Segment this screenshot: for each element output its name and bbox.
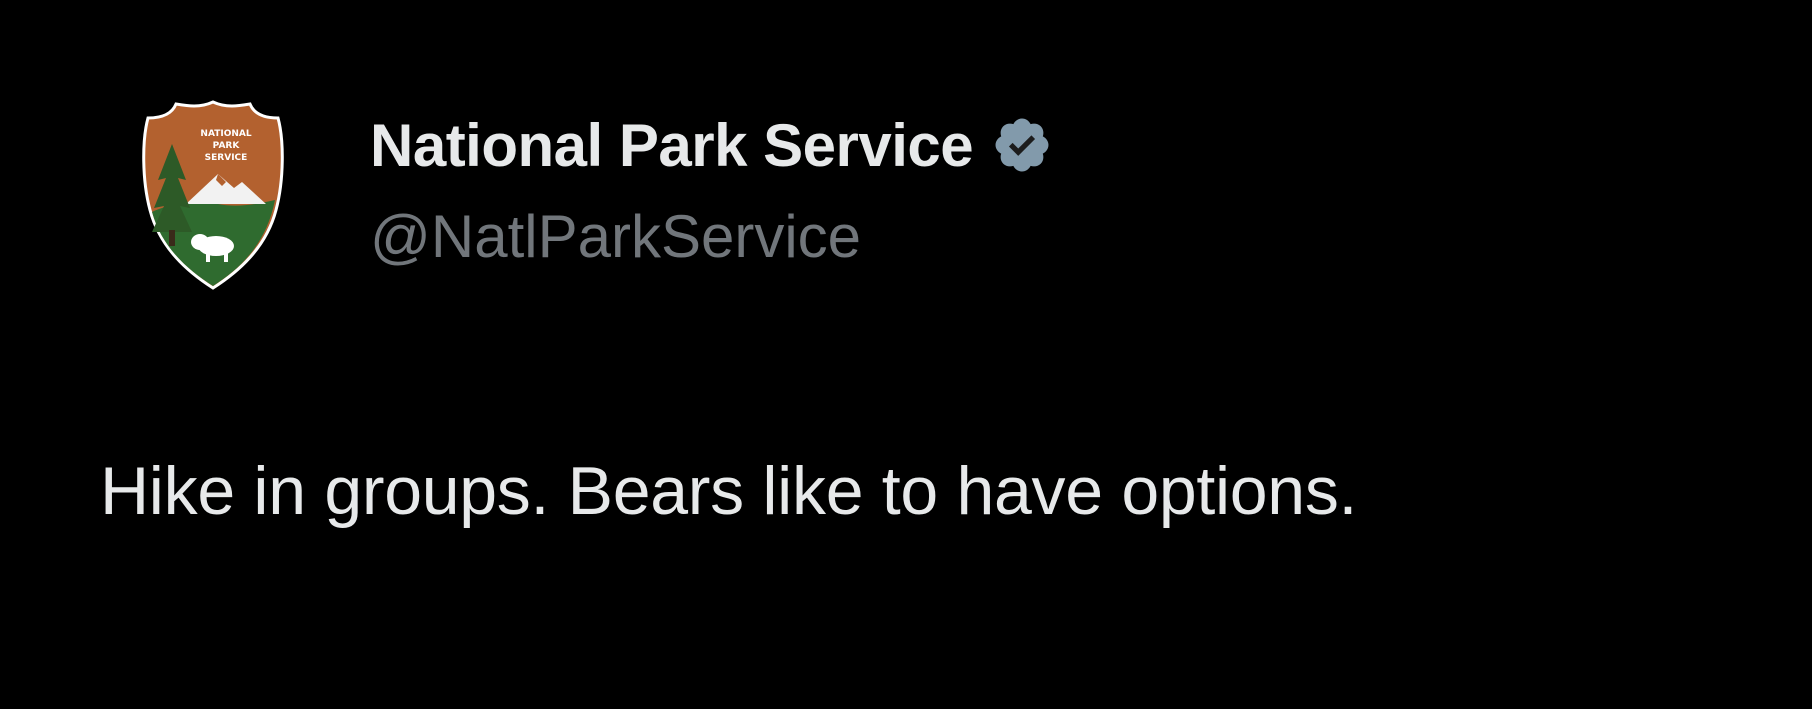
avatar[interactable]: NATIONAL PARK SERVICE [138, 100, 288, 290]
tweet-text: Hike in groups. Bears like to have optio… [100, 453, 1358, 529]
nps-arrowhead-logo-icon: NATIONAL PARK SERVICE [142, 100, 284, 290]
svg-text:NATIONAL: NATIONAL [200, 129, 251, 139]
tweet-header: National Park Service @NatlParkService [370, 110, 1053, 271]
tweet-card[interactable]: NATIONAL PARK SERVICE National Park Serv… [0, 0, 1812, 709]
svg-text:PARK: PARK [213, 141, 241, 151]
display-name[interactable]: National Park Service [370, 111, 974, 180]
name-row: National Park Service [370, 110, 1053, 180]
verified-badge-icon[interactable] [991, 114, 1053, 176]
user-handle[interactable]: @NatlParkService [370, 202, 1053, 271]
svg-text:SERVICE: SERVICE [205, 153, 248, 163]
